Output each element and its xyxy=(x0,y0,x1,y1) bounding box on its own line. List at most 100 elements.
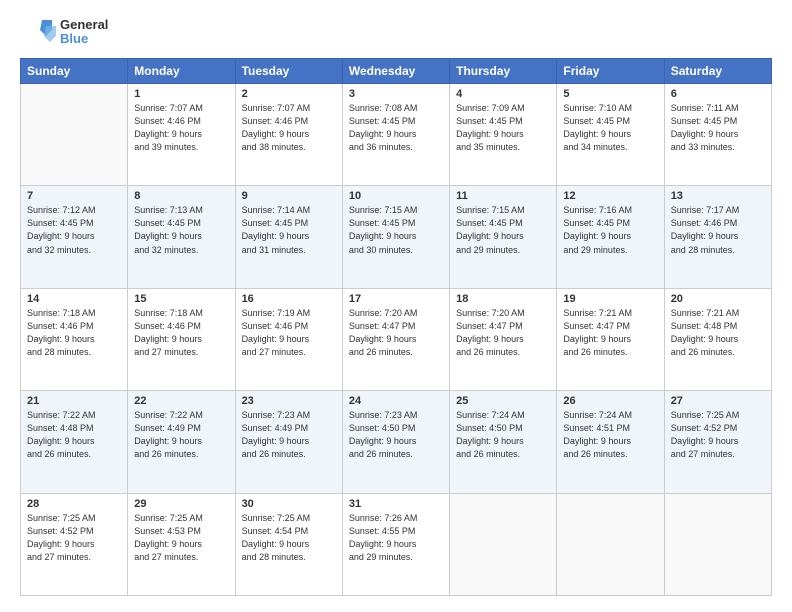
day-number: 2 xyxy=(242,88,336,100)
cell-week4-day1: 22 Sunrise: 7:22 AM Sunset: 4:49 PM Dayli… xyxy=(128,391,235,493)
day-info: Sunrise: 7:07 AM Sunset: 4:46 PM Dayligh… xyxy=(242,102,336,154)
day-info: Sunrise: 7:19 AM Sunset: 4:46 PM Dayligh… xyxy=(242,307,336,359)
day-info: Sunrise: 7:11 AM Sunset: 4:45 PM Dayligh… xyxy=(671,102,765,154)
day-info: Sunrise: 7:08 AM Sunset: 4:45 PM Dayligh… xyxy=(349,102,443,154)
header-saturday: Saturday xyxy=(664,59,771,84)
cell-week4-day3: 24 Sunrise: 7:23 AM Sunset: 4:50 PM Dayli… xyxy=(342,391,449,493)
day-number: 8 xyxy=(134,190,228,202)
header-monday: Monday xyxy=(128,59,235,84)
day-number: 31 xyxy=(349,498,443,510)
cell-week3-day2: 16 Sunrise: 7:19 AM Sunset: 4:46 PM Dayli… xyxy=(235,288,342,390)
cell-week1-day0 xyxy=(21,84,128,186)
week-row-4: 21 Sunrise: 7:22 AM Sunset: 4:48 PM Dayli… xyxy=(21,391,772,493)
cell-week1-day5: 5 Sunrise: 7:10 AM Sunset: 4:45 PM Daylig… xyxy=(557,84,664,186)
day-info: Sunrise: 7:23 AM Sunset: 4:50 PM Dayligh… xyxy=(349,409,443,461)
day-info: Sunrise: 7:13 AM Sunset: 4:45 PM Dayligh… xyxy=(134,204,228,256)
week-row-3: 14 Sunrise: 7:18 AM Sunset: 4:46 PM Dayli… xyxy=(21,288,772,390)
cell-week1-day6: 6 Sunrise: 7:11 AM Sunset: 4:45 PM Daylig… xyxy=(664,84,771,186)
logo-icon xyxy=(20,16,56,48)
day-info: Sunrise: 7:26 AM Sunset: 4:55 PM Dayligh… xyxy=(349,512,443,564)
day-info: Sunrise: 7:22 AM Sunset: 4:49 PM Dayligh… xyxy=(134,409,228,461)
day-info: Sunrise: 7:25 AM Sunset: 4:52 PM Dayligh… xyxy=(671,409,765,461)
day-number: 22 xyxy=(134,395,228,407)
cell-week2-day0: 7 Sunrise: 7:12 AM Sunset: 4:45 PM Daylig… xyxy=(21,186,128,288)
day-info: Sunrise: 7:12 AM Sunset: 4:45 PM Dayligh… xyxy=(27,204,121,256)
cell-week5-day0: 28 Sunrise: 7:25 AM Sunset: 4:52 PM Dayli… xyxy=(21,493,128,595)
calendar-table: SundayMondayTuesdayWednesdayThursdayFrid… xyxy=(20,58,772,596)
day-number: 11 xyxy=(456,190,550,202)
header-thursday: Thursday xyxy=(450,59,557,84)
day-number: 10 xyxy=(349,190,443,202)
day-number: 13 xyxy=(671,190,765,202)
calendar-header-row: SundayMondayTuesdayWednesdayThursdayFrid… xyxy=(21,59,772,84)
day-info: Sunrise: 7:24 AM Sunset: 4:51 PM Dayligh… xyxy=(563,409,657,461)
day-number: 23 xyxy=(242,395,336,407)
cell-week4-day5: 26 Sunrise: 7:24 AM Sunset: 4:51 PM Dayli… xyxy=(557,391,664,493)
day-number: 14 xyxy=(27,293,121,305)
cell-week2-day5: 12 Sunrise: 7:16 AM Sunset: 4:45 PM Dayli… xyxy=(557,186,664,288)
day-info: Sunrise: 7:15 AM Sunset: 4:45 PM Dayligh… xyxy=(349,204,443,256)
cell-week5-day6 xyxy=(664,493,771,595)
day-number: 3 xyxy=(349,88,443,100)
day-info: Sunrise: 7:21 AM Sunset: 4:47 PM Dayligh… xyxy=(563,307,657,359)
day-number: 21 xyxy=(27,395,121,407)
day-info: Sunrise: 7:09 AM Sunset: 4:45 PM Dayligh… xyxy=(456,102,550,154)
day-info: Sunrise: 7:10 AM Sunset: 4:45 PM Dayligh… xyxy=(563,102,657,154)
cell-week5-day2: 30 Sunrise: 7:25 AM Sunset: 4:54 PM Dayli… xyxy=(235,493,342,595)
cell-week1-day1: 1Sunrise: 7:07 AM Sunset: 4:46 PM Daylig… xyxy=(128,84,235,186)
day-info: Sunrise: 7:14 AM Sunset: 4:45 PM Dayligh… xyxy=(242,204,336,256)
day-info: Sunrise: 7:22 AM Sunset: 4:48 PM Dayligh… xyxy=(27,409,121,461)
cell-week1-day4: 4 Sunrise: 7:09 AM Sunset: 4:45 PM Daylig… xyxy=(450,84,557,186)
cell-week2-day1: 8 Sunrise: 7:13 AM Sunset: 4:45 PM Daylig… xyxy=(128,186,235,288)
logo-general: General xyxy=(60,18,108,32)
cell-week3-day1: 15Sunrise: 7:18 AM Sunset: 4:46 PM Dayli… xyxy=(128,288,235,390)
day-number: 30 xyxy=(242,498,336,510)
day-number: 24 xyxy=(349,395,443,407)
cell-week3-day4: 18Sunrise: 7:20 AM Sunset: 4:47 PM Dayli… xyxy=(450,288,557,390)
header-tuesday: Tuesday xyxy=(235,59,342,84)
cell-week2-day3: 10 Sunrise: 7:15 AM Sunset: 4:45 PM Dayli… xyxy=(342,186,449,288)
logo: General Blue xyxy=(20,16,108,48)
day-number: 29 xyxy=(134,498,228,510)
cell-week4-day2: 23Sunrise: 7:23 AM Sunset: 4:49 PM Dayli… xyxy=(235,391,342,493)
day-info: Sunrise: 7:07 AM Sunset: 4:46 PM Dayligh… xyxy=(134,102,228,154)
day-info: Sunrise: 7:20 AM Sunset: 4:47 PM Dayligh… xyxy=(456,307,550,359)
day-number: 5 xyxy=(563,88,657,100)
day-number: 25 xyxy=(456,395,550,407)
cell-week5-day5 xyxy=(557,493,664,595)
cell-week3-day5: 19 Sunrise: 7:21 AM Sunset: 4:47 PM Dayli… xyxy=(557,288,664,390)
cell-week5-day1: 29 Sunrise: 7:25 AM Sunset: 4:53 PM Dayli… xyxy=(128,493,235,595)
header-sunday: Sunday xyxy=(21,59,128,84)
day-number: 19 xyxy=(563,293,657,305)
day-number: 15 xyxy=(134,293,228,305)
day-info: Sunrise: 7:25 AM Sunset: 4:54 PM Dayligh… xyxy=(242,512,336,564)
day-info: Sunrise: 7:18 AM Sunset: 4:46 PM Dayligh… xyxy=(27,307,121,359)
cell-week2-day6: 13 Sunrise: 7:17 AM Sunset: 4:46 PM Dayli… xyxy=(664,186,771,288)
day-info: Sunrise: 7:25 AM Sunset: 4:52 PM Dayligh… xyxy=(27,512,121,564)
day-info: Sunrise: 7:16 AM Sunset: 4:45 PM Dayligh… xyxy=(563,204,657,256)
day-number: 17 xyxy=(349,293,443,305)
cell-week5-day3: 31 Sunrise: 7:26 AM Sunset: 4:55 PM Dayli… xyxy=(342,493,449,595)
day-info: Sunrise: 7:20 AM Sunset: 4:47 PM Dayligh… xyxy=(349,307,443,359)
day-number: 12 xyxy=(563,190,657,202)
day-number: 28 xyxy=(27,498,121,510)
cell-week4-day6: 27 Sunrise: 7:25 AM Sunset: 4:52 PM Dayli… xyxy=(664,391,771,493)
day-number: 26 xyxy=(563,395,657,407)
day-number: 16 xyxy=(242,293,336,305)
day-number: 9 xyxy=(242,190,336,202)
day-number: 20 xyxy=(671,293,765,305)
day-number: 27 xyxy=(671,395,765,407)
week-row-2: 7 Sunrise: 7:12 AM Sunset: 4:45 PM Daylig… xyxy=(21,186,772,288)
day-number: 7 xyxy=(27,190,121,202)
logo-blue: Blue xyxy=(60,32,108,46)
cell-week3-day3: 17 Sunrise: 7:20 AM Sunset: 4:47 PM Dayli… xyxy=(342,288,449,390)
cell-week5-day4 xyxy=(450,493,557,595)
day-info: Sunrise: 7:25 AM Sunset: 4:53 PM Dayligh… xyxy=(134,512,228,564)
day-number: 4 xyxy=(456,88,550,100)
cell-week1-day3: 3 Sunrise: 7:08 AM Sunset: 4:45 PM Daylig… xyxy=(342,84,449,186)
cell-week2-day2: 9 Sunrise: 7:14 AM Sunset: 4:45 PM Daylig… xyxy=(235,186,342,288)
day-info: Sunrise: 7:21 AM Sunset: 4:48 PM Dayligh… xyxy=(671,307,765,359)
week-row-5: 28 Sunrise: 7:25 AM Sunset: 4:52 PM Dayli… xyxy=(21,493,772,595)
day-info: Sunrise: 7:17 AM Sunset: 4:46 PM Dayligh… xyxy=(671,204,765,256)
day-number: 6 xyxy=(671,88,765,100)
